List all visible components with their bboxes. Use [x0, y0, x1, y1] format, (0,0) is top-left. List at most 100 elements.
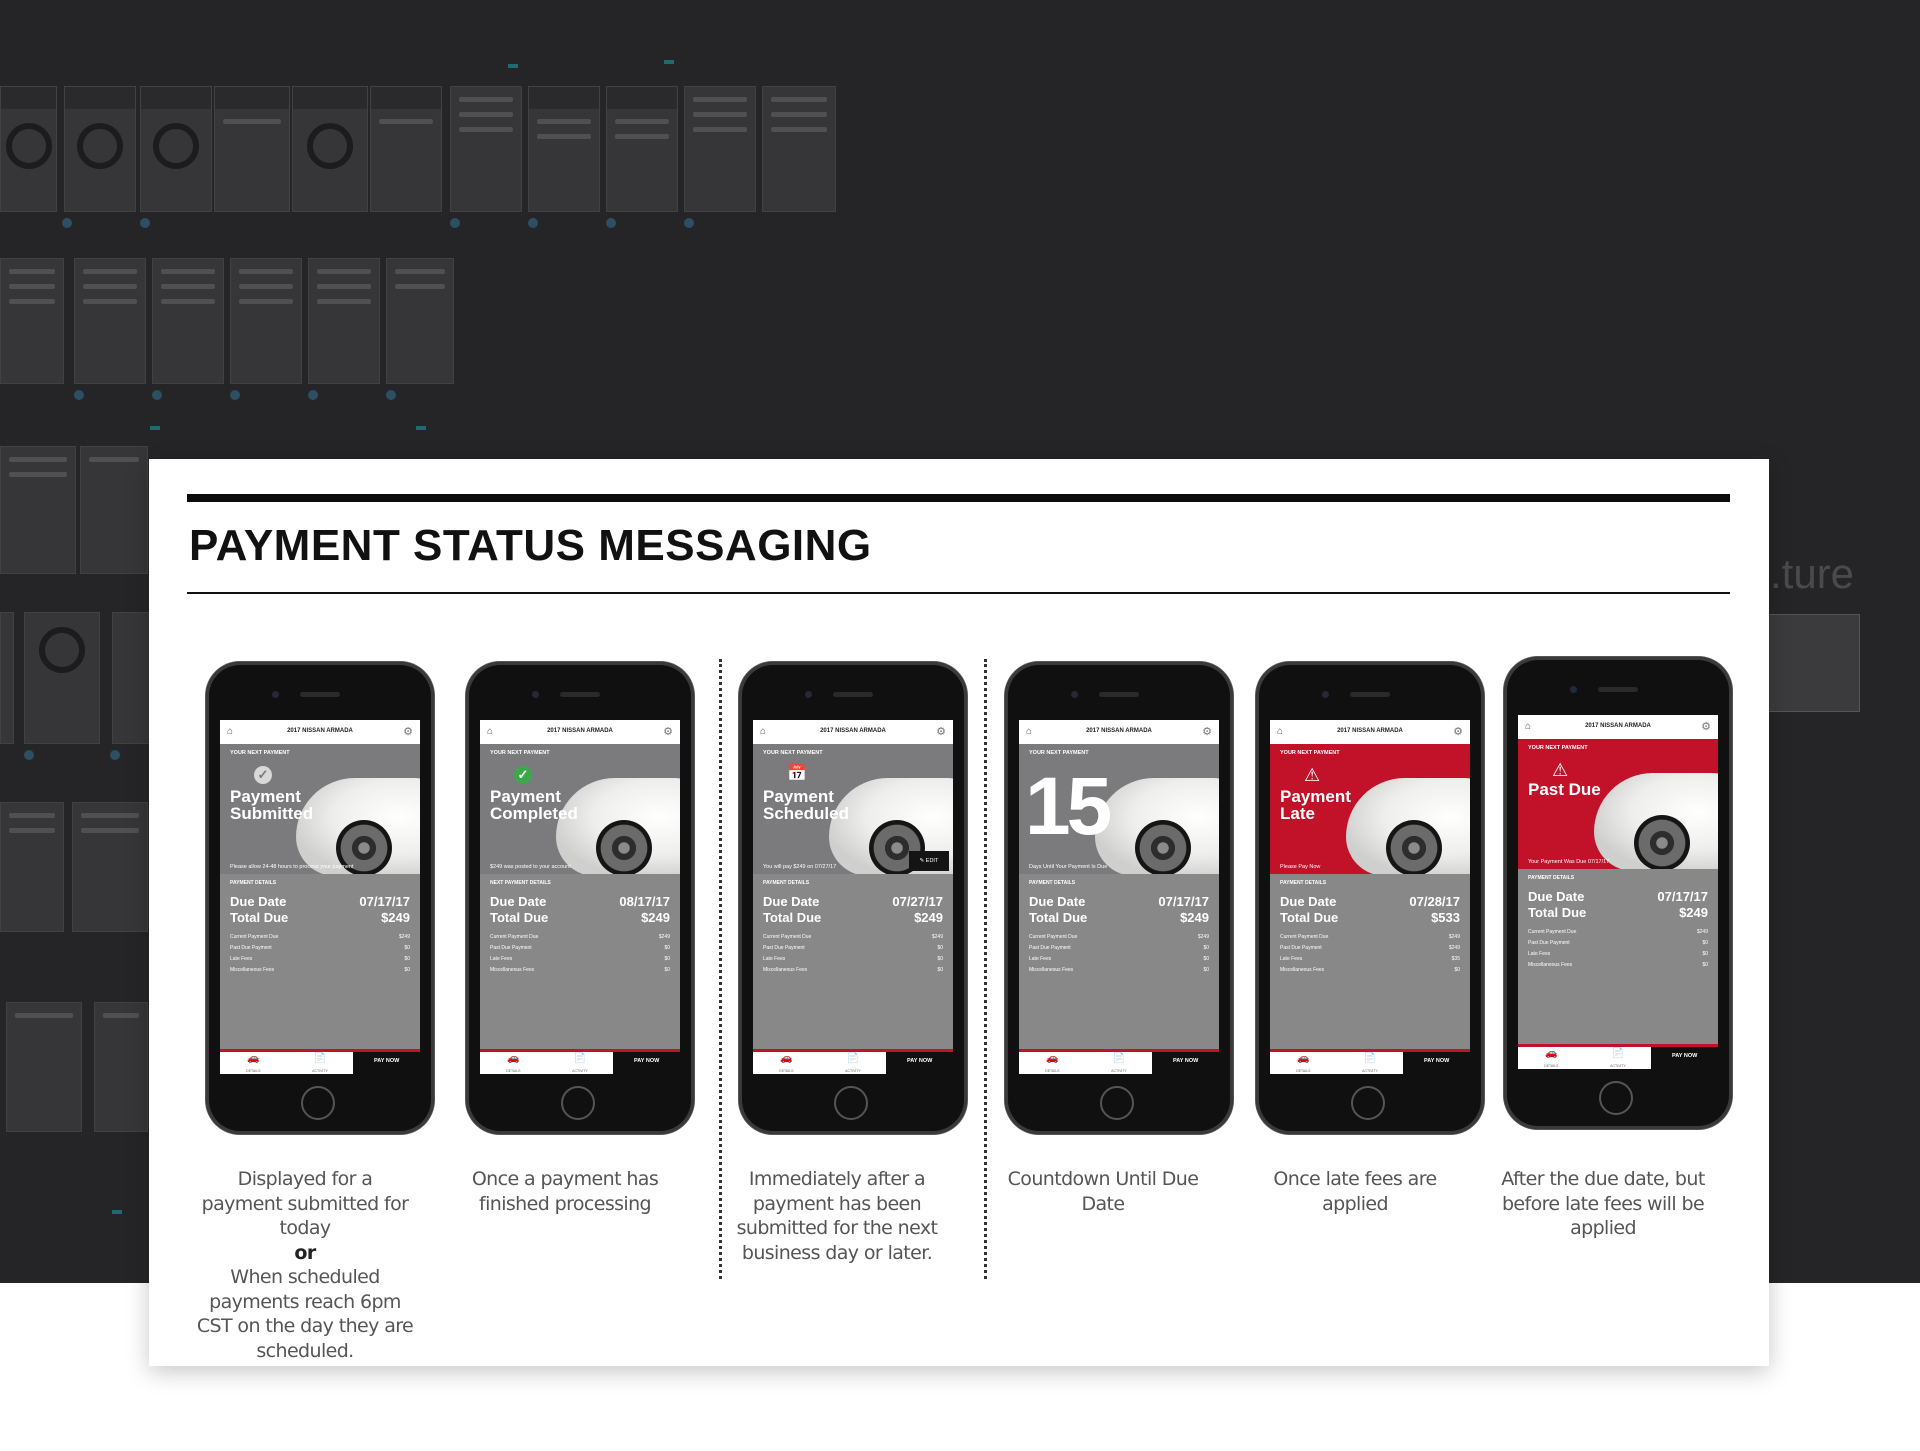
- artboard-thumbnail[interactable]: [152, 258, 224, 384]
- tab-activity[interactable]: 📄 ACTIVITY: [547, 1052, 614, 1074]
- gear-icon[interactable]: ⚙: [1701, 720, 1711, 733]
- tab-activity[interactable]: 📄 ACTIVITY: [1337, 1052, 1404, 1074]
- artboard-thumbnail[interactable]: [112, 612, 154, 744]
- misc-fees-row: Miscellaneous Fees $0: [1280, 967, 1460, 973]
- artboard-thumbnail[interactable]: [0, 446, 76, 574]
- tab-activity[interactable]: 📄 ACTIVITY: [1086, 1052, 1153, 1074]
- pay-now-button[interactable]: PAY NOW: [886, 1052, 953, 1074]
- gear-icon[interactable]: ⚙: [1453, 725, 1463, 738]
- artboard-thumbnail[interactable]: [74, 258, 146, 384]
- current-payment-row: Current Payment Due $249: [1528, 929, 1708, 935]
- artboard-thumbnail[interactable]: [0, 258, 64, 384]
- gear-icon[interactable]: ⚙: [1202, 725, 1212, 738]
- artboard-thumbnail[interactable]: [606, 86, 678, 212]
- next-payment-label: YOUR NEXT PAYMENT: [490, 750, 550, 756]
- phone-mockup: ⌂ 2017 NISSAN ARMADA ⚙ YOUR NEXT PAYMENT ✓ Pa…: [466, 662, 694, 1134]
- tab-details[interactable]: 🚗 DETAILS: [753, 1052, 820, 1074]
- artboard-thumbnail[interactable]: [64, 86, 136, 212]
- gear-icon[interactable]: ⚙: [663, 725, 673, 738]
- artboard-marker: [24, 750, 34, 760]
- artboard-thumbnail[interactable]: [762, 86, 836, 212]
- artboard-thumbnail[interactable]: [450, 86, 522, 212]
- gear-icon[interactable]: ⚙: [403, 725, 413, 738]
- description-line: Displayed for a payment submitted for to…: [201, 1168, 409, 1239]
- description-or: or: [294, 1241, 316, 1264]
- payment-details: PAYMENT DETAILS Due Date 07/28/17 Total Due…: [1270, 874, 1470, 975]
- artboard-marker: [112, 1210, 122, 1214]
- artboard-thumbnail[interactable]: [94, 1002, 148, 1132]
- speaker-grille: [833, 692, 873, 697]
- artboard-thumbnail[interactable]: [292, 86, 368, 212]
- tab-details[interactable]: 🚗 DETAILS: [1019, 1052, 1086, 1074]
- artboard-thumbnail[interactable]: [0, 802, 64, 932]
- artboard-marker: [62, 218, 72, 228]
- car-image: [1594, 773, 1718, 869]
- warning-icon: ⚠: [1552, 760, 1569, 780]
- late-fees-row: Late Fees $0: [763, 956, 943, 962]
- vehicle-name: 2017 NISSAN ARMADA: [820, 728, 886, 734]
- front-camera: [805, 691, 812, 698]
- past-due-row: Past Due Payment $0: [1528, 940, 1708, 946]
- background-ghost-text: .ture: [1770, 550, 1855, 597]
- due-date-row: Due Date 07/27/17: [763, 894, 943, 909]
- description-line: When scheduled payments reach 6pm CST on…: [196, 1266, 414, 1362]
- edit-button[interactable]: ✎ EDIT: [909, 851, 949, 871]
- vehicle-name: 2017 NISSAN ARMADA: [1086, 728, 1152, 734]
- title-divider: [187, 592, 1730, 594]
- artboard-thumbnail[interactable]: [72, 802, 148, 932]
- artboard-marker: [308, 390, 318, 400]
- tab-details[interactable]: 🚗 DETAILS: [480, 1052, 547, 1074]
- artboard-thumbnail[interactable]: [684, 86, 756, 212]
- due-date-value: 07/17/17: [1657, 889, 1708, 904]
- artboard-thumbnail[interactable]: [214, 86, 290, 212]
- description-line: Once a payment has finished processing: [471, 1168, 659, 1215]
- artboard-thumbnail[interactable]: [0, 86, 57, 212]
- tab-activity[interactable]: 📄 ACTIVITY: [287, 1052, 354, 1074]
- total-due-row: Total Due $249: [1029, 910, 1209, 925]
- due-date-value: 07/17/17: [1158, 894, 1209, 909]
- artboard-thumbnail[interactable]: [6, 1002, 82, 1132]
- car-image: [1346, 778, 1470, 874]
- app-header: ⌂ 2017 NISSAN ARMADA ⚙: [220, 720, 420, 744]
- phone-screen: ⌂ 2017 NISSAN ARMADA ⚙ YOUR NEXT PAYMENT ⚠ Pa…: [1518, 715, 1718, 1069]
- next-payment-label: YOUR NEXT PAYMENT: [763, 750, 823, 756]
- next-payment-label: YOUR NEXT PAYMENT: [1528, 745, 1588, 751]
- pay-now-button[interactable]: PAY NOW: [1651, 1047, 1718, 1069]
- description-line: After the due date, but before late fees…: [1501, 1168, 1705, 1239]
- app-header: ⌂ 2017 NISSAN ARMADA ⚙: [1019, 720, 1219, 744]
- artboard-thumbnail[interactable]: [230, 258, 302, 384]
- payment-details: PAYMENT DETAILS Due Date 07/17/17 Total Due…: [220, 874, 420, 975]
- artboard-thumbnail[interactable]: [0, 612, 14, 744]
- gear-icon[interactable]: ⚙: [936, 725, 946, 738]
- tab-details[interactable]: 🚗 DETAILS: [1270, 1052, 1337, 1074]
- artboard-thumbnail[interactable]: [24, 612, 100, 744]
- tab-activity[interactable]: 📄 ACTIVITY: [1585, 1047, 1652, 1069]
- current-payment-row: Current Payment Due $249: [490, 934, 670, 940]
- current-payment-row: Current Payment Due $249: [1280, 934, 1460, 940]
- phone-mockup: ⌂ 2017 NISSAN ARMADA ⚙ YOUR NEXT PAYMENT 📅 Pa…: [739, 662, 967, 1134]
- past-due-row: Past Due Payment $0: [763, 945, 943, 951]
- due-date-row: Due Date 07/17/17: [1029, 894, 1209, 909]
- artboard-thumbnail[interactable]: [528, 86, 600, 212]
- pay-now-button[interactable]: PAY NOW: [1403, 1052, 1470, 1074]
- artboard-thumbnail[interactable]: [80, 446, 148, 574]
- details-label: PAYMENT DETAILS: [1528, 875, 1575, 881]
- artboard-thumbnail[interactable]: [140, 86, 212, 212]
- pay-now-button[interactable]: PAY NOW: [613, 1052, 680, 1074]
- tab-activity[interactable]: 📄 ACTIVITY: [820, 1052, 887, 1074]
- artboard-thumbnail[interactable]: [370, 86, 442, 212]
- check-icon: ✓: [514, 766, 532, 784]
- vehicle-name: 2017 NISSAN ARMADA: [1585, 723, 1651, 729]
- pay-now-button[interactable]: PAY NOW: [353, 1052, 420, 1074]
- tab-details[interactable]: 🚗 DETAILS: [1518, 1047, 1585, 1069]
- vehicle-name: 2017 NISSAN ARMADA: [1337, 728, 1403, 734]
- artboard-thumbnail[interactable]: [308, 258, 380, 384]
- artboard-thumbnail[interactable]: [386, 258, 454, 384]
- tab-details[interactable]: 🚗 DETAILS: [220, 1052, 287, 1074]
- total-due-row: Total Due $249: [490, 910, 670, 925]
- phone-mockup: ⌂ 2017 NISSAN ARMADA ⚙ YOUR NEXT PAYMENT 15 D…: [1005, 662, 1233, 1134]
- background-ghost-artboard[interactable]: [1768, 614, 1860, 712]
- pay-now-button[interactable]: PAY NOW: [1152, 1052, 1219, 1074]
- due-date-value: 08/17/17: [619, 894, 670, 909]
- due-date-row: Due Date 07/17/17: [1528, 889, 1708, 904]
